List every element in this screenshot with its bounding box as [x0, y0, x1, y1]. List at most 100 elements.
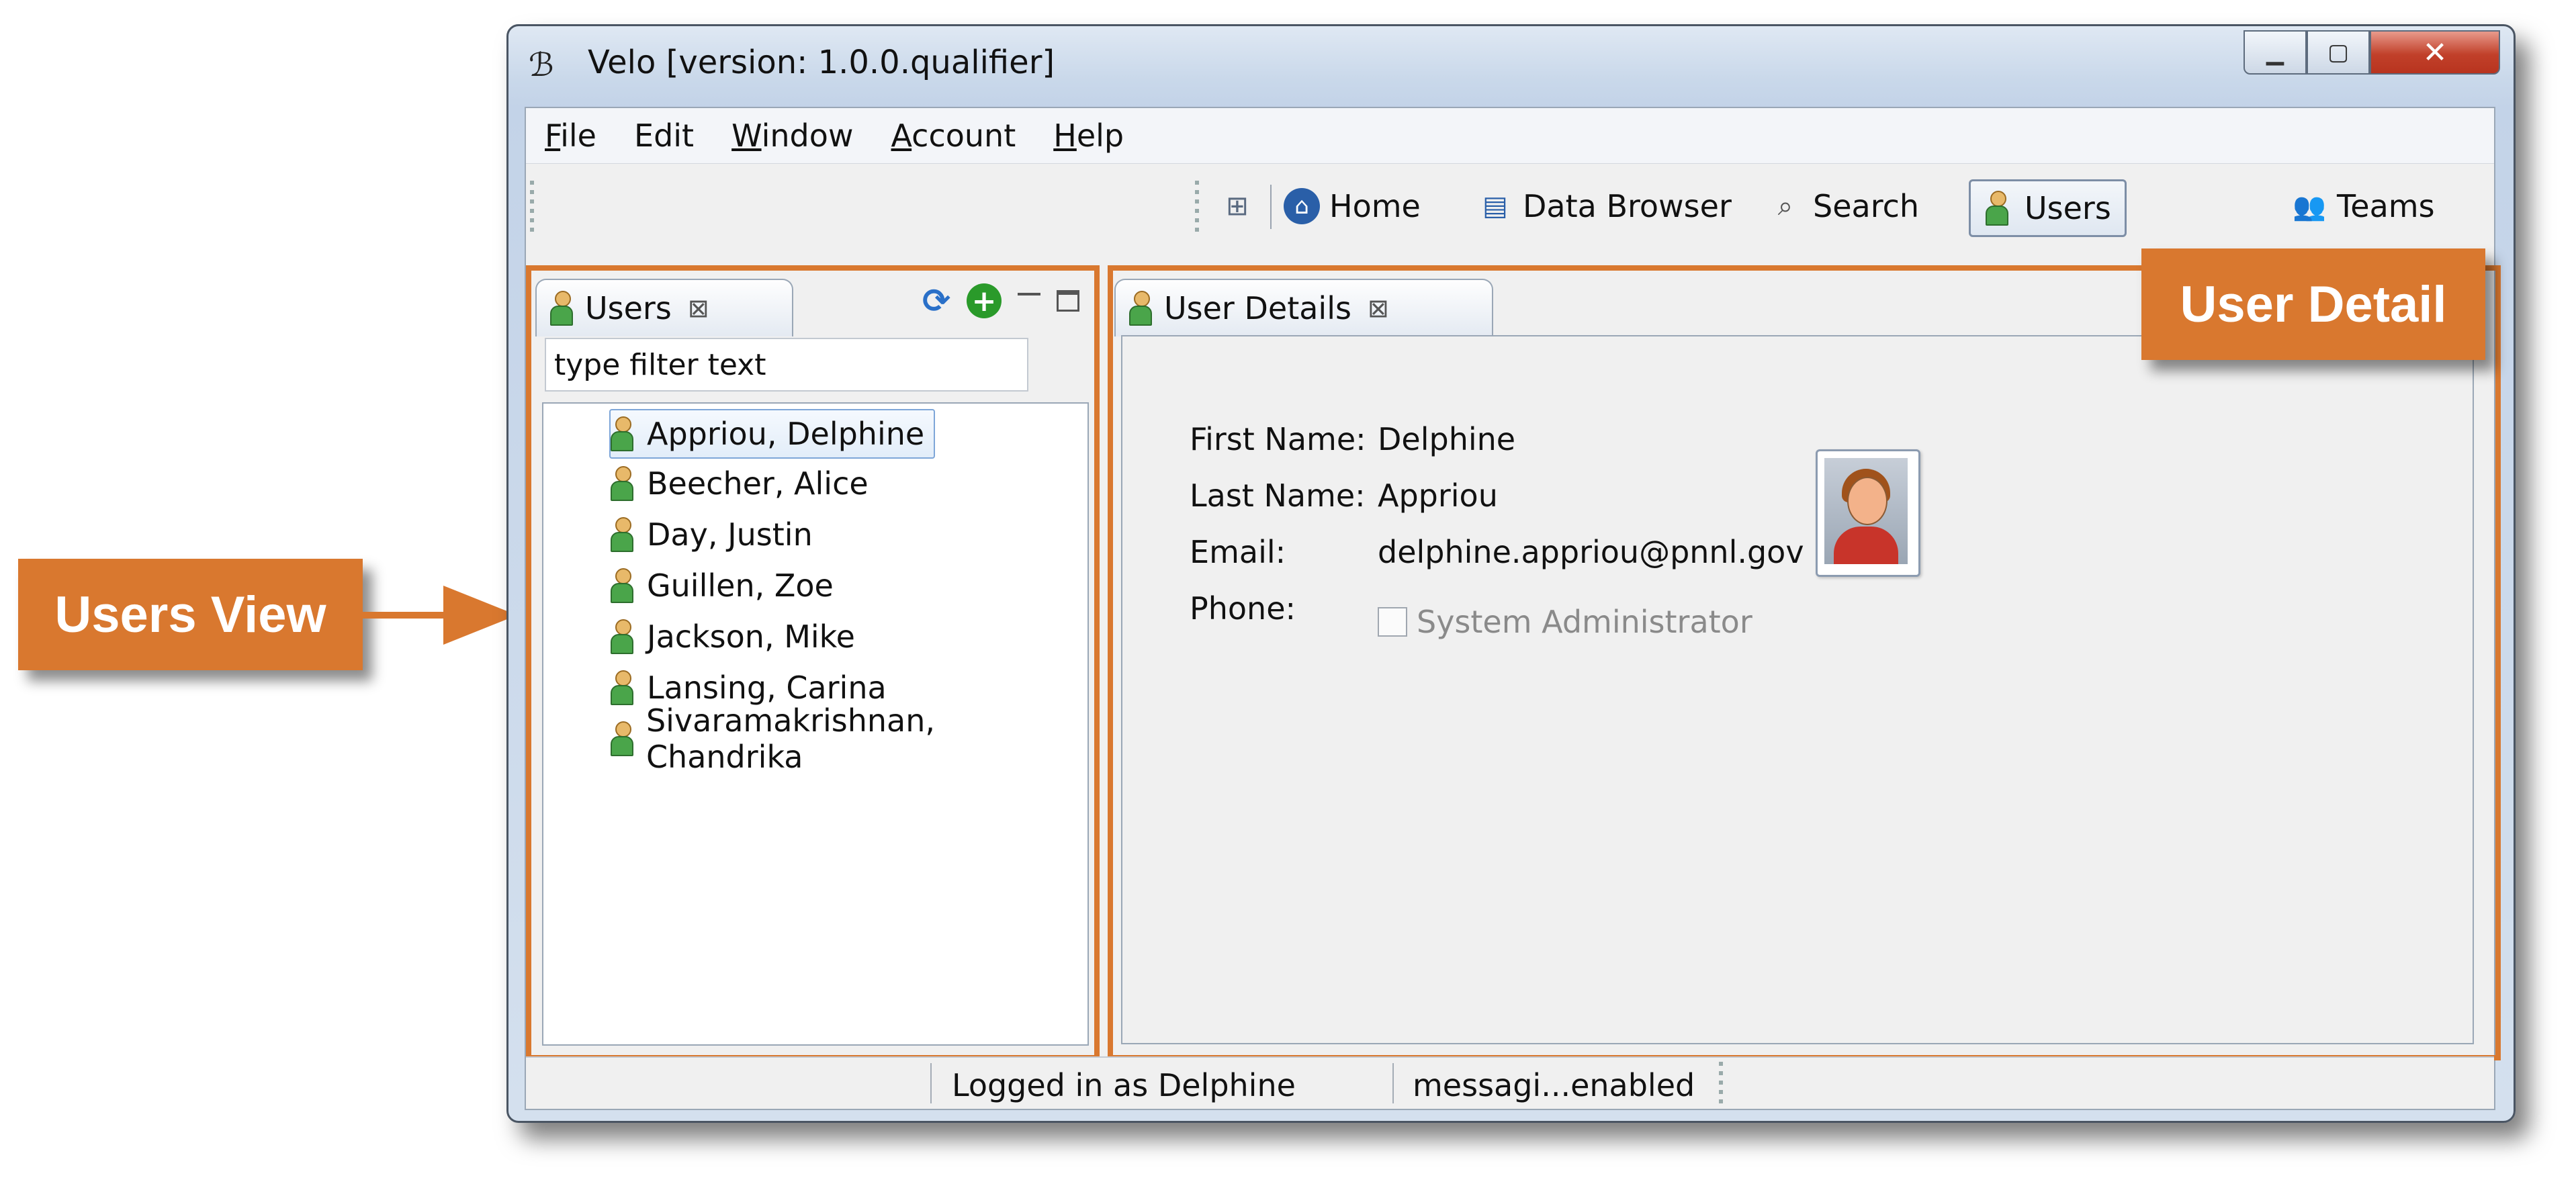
- perspective-search[interactable]: ⌕ Search: [1767, 179, 1919, 233]
- perspective-teams[interactable]: 👥 Teams: [2291, 179, 2435, 233]
- minimize-button[interactable]: ▁: [2244, 30, 2307, 75]
- phone-label: Phone:: [1190, 590, 1296, 627]
- toolbar-grip[interactable]: [530, 181, 534, 236]
- user-icon: [611, 619, 633, 654]
- avatar[interactable]: [1816, 449, 1920, 577]
- first-name-value: Delphine: [1378, 421, 1516, 457]
- first-name-label: First Name:: [1190, 421, 1366, 457]
- filter-input[interactable]: type filter text: [545, 338, 1028, 392]
- list-item[interactable]: Jackson, Mike: [611, 613, 855, 660]
- callout-arrow-line: [363, 612, 457, 619]
- user-icon: [1129, 291, 1152, 326]
- list-item[interactable]: Guillen, Zoe: [611, 562, 834, 609]
- toolbar: ⊞ ⌂ Home ▤ Data Browser ⌕ Search Users 👥: [526, 165, 2494, 251]
- system-admin-checkbox[interactable]: [1378, 607, 1407, 637]
- open-perspective-button[interactable]: ⊞: [1219, 179, 1265, 233]
- user-detail-callout: User Detail: [2141, 248, 2485, 360]
- minimize-icon: ▁: [2266, 39, 2284, 66]
- messaging-status: messagi...enabled: [1413, 1067, 1695, 1103]
- list-item-label: Jackson, Mike: [647, 619, 855, 655]
- users-view-actions: ⟳ +: [922, 281, 1079, 320]
- list-item-label: Day, Justin: [647, 516, 813, 553]
- user-icon: [611, 517, 633, 552]
- user-icon: [611, 416, 633, 451]
- menu-edit-label: Edit: [634, 118, 695, 154]
- users-view-callout: Users View: [18, 559, 363, 670]
- logged-in-status: Logged in as Delphine: [952, 1067, 1296, 1103]
- list-item-label: Lansing, Carina: [647, 670, 887, 706]
- window-controls: ▁ ▢ ✕: [2244, 30, 2500, 75]
- last-name-label: Last Name:: [1190, 477, 1366, 514]
- menu-edit[interactable]: Edit: [615, 118, 713, 154]
- menu-window-mnemonic: W: [731, 118, 762, 154]
- perspective-home[interactable]: ⌂ Home: [1284, 179, 1421, 233]
- user-icon: [1979, 190, 2015, 226]
- menu-window-label: indow: [761, 118, 854, 154]
- avatar-image: [1824, 458, 1908, 564]
- user-details-form: First Name: Delphine Last Name: Appriou …: [1121, 335, 2474, 1044]
- menu-file[interactable]: File: [526, 118, 615, 154]
- menu-account-label: ccount: [912, 118, 1016, 154]
- last-name-value: Appriou: [1378, 477, 1498, 514]
- tab-user-details-label: User Details: [1164, 290, 1351, 326]
- menu-help[interactable]: Help: [1034, 118, 1143, 154]
- perspective-search-label: Search: [1813, 188, 1920, 224]
- menu-file-mnemonic: F: [545, 118, 561, 154]
- system-admin-label: System Administrator: [1417, 604, 1752, 640]
- menu-account-mnemonic: A: [891, 118, 912, 154]
- add-user-icon[interactable]: +: [967, 283, 1002, 318]
- user-details-view: User Details ⊠ First Name: Delphine Last…: [1109, 271, 2489, 1055]
- user-icon: [611, 721, 633, 756]
- menu-help-label: elp: [1076, 118, 1124, 154]
- open-perspective-icon: ⊞: [1226, 191, 1249, 222]
- user-list: Appriou, Delphine Beecher, Alice Day, Ju…: [542, 402, 1089, 1046]
- toolbar-separator: [1270, 185, 1272, 229]
- refresh-icon[interactable]: ⟳: [922, 281, 950, 320]
- list-item[interactable]: Beecher, Alice: [611, 460, 869, 507]
- search-icon: ⌕: [1777, 191, 1793, 222]
- status-separator: [930, 1063, 932, 1103]
- system-admin-checkbox-row: System Administrator: [1378, 604, 1752, 640]
- email-label: Email:: [1190, 534, 1286, 570]
- menu-window[interactable]: Window: [713, 118, 872, 154]
- list-item[interactable]: Day, Justin: [611, 511, 813, 558]
- email-value: delphine.appriou@pnnl.gov: [1378, 534, 1804, 570]
- users-view: Users ⊠ ⟳ + type filter text Appriou, De…: [530, 271, 1094, 1055]
- menu-account[interactable]: Account: [872, 118, 1034, 154]
- list-item[interactable]: Sivaramakrishnan, Chandrika: [611, 702, 1087, 775]
- menu-bar: File Edit Window Account Help: [526, 108, 2494, 164]
- minimize-view-icon[interactable]: [1018, 293, 1040, 295]
- perspective-teams-label: Teams: [2337, 188, 2435, 224]
- app-window: ℬ Velo [version: 1.0.0.qualifier] ▁ ▢ ✕ …: [506, 24, 2516, 1123]
- close-button[interactable]: ✕: [2370, 30, 2500, 75]
- list-item-label: Beecher, Alice: [647, 465, 869, 502]
- menu-help-mnemonic: H: [1053, 118, 1077, 154]
- window-title: Velo [version: 1.0.0.qualifier]: [588, 44, 1055, 81]
- maximize-button[interactable]: ▢: [2307, 30, 2370, 75]
- perspective-home-label: Home: [1329, 188, 1421, 224]
- app-logo-icon: ℬ: [529, 46, 554, 84]
- tab-users[interactable]: Users ⊠: [535, 279, 793, 336]
- close-icon: ✕: [2422, 35, 2448, 70]
- status-grip[interactable]: [1719, 1062, 1723, 1103]
- data-browser-icon: ▤: [1482, 191, 1508, 222]
- tab-user-details[interactable]: User Details ⊠: [1114, 279, 1493, 336]
- status-bar: Logged in as Delphine messagi...enabled: [526, 1056, 2494, 1109]
- perspective-users[interactable]: Users: [1969, 179, 2127, 237]
- user-icon: [611, 466, 633, 501]
- list-item-label: Guillen, Zoe: [647, 567, 834, 604]
- close-tab-icon[interactable]: ⊠: [688, 293, 709, 323]
- user-icon: [550, 291, 573, 326]
- menu-file-label: ile: [560, 118, 596, 154]
- perspective-bar-grip[interactable]: [1195, 181, 1199, 236]
- user-icon: [611, 568, 633, 603]
- perspective-data-browser-label: Data Browser: [1523, 188, 1732, 224]
- maximize-view-icon[interactable]: [1057, 290, 1079, 312]
- user-icon: [611, 670, 633, 705]
- status-separator: [1392, 1063, 1394, 1103]
- close-tab-icon[interactable]: ⊠: [1368, 293, 1389, 323]
- perspective-data-browser[interactable]: ▤ Data Browser: [1477, 179, 1732, 233]
- maximize-icon: ▢: [2327, 39, 2350, 66]
- list-item[interactable]: Appriou, Delphine: [609, 409, 936, 459]
- list-item-label: Sivaramakrishnan, Chandrika: [646, 702, 935, 775]
